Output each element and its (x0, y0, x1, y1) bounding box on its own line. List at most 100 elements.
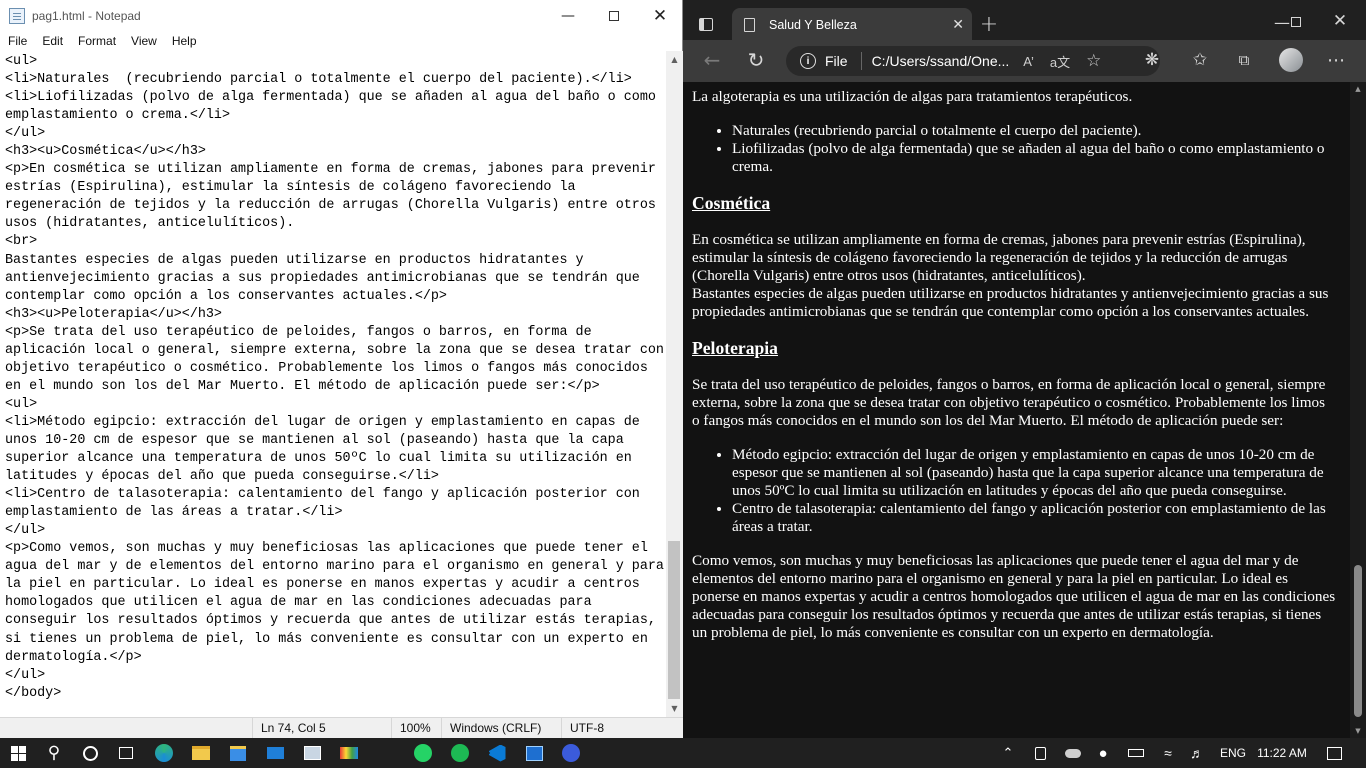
text-line: <li>Método egipcio: extracción del lugar… (5, 414, 640, 430)
text-line: Bastantes especies de algas pueden utili… (5, 252, 584, 268)
maximize-icon[interactable] (591, 0, 637, 31)
volume-icon[interactable]: ♬ (1187, 738, 1207, 768)
text-line: usos (hidratantes, anticelulíticos). (5, 216, 295, 232)
text-line: estrías (Espirulina), estimular la sínte… (5, 180, 576, 196)
final-paragraph: Como vemos, son muchas y muy beneficiosa… (692, 552, 1336, 641)
meet-now-icon[interactable] (1030, 738, 1050, 768)
notepad-menubar: File Edit Format View Help (0, 31, 683, 51)
clock[interactable]: 11:22 AM (1252, 738, 1312, 768)
notepad-scrollbar[interactable]: ▲ ▼ (666, 51, 683, 717)
heading-cosmetica: Cosmética (692, 193, 771, 213)
list-item: Liofilizadas (polvo de alga fermentada) … (732, 140, 1336, 176)
web-page-content: La algoterapia es una utilización de alg… (683, 82, 1350, 738)
menu-format[interactable]: Format (70, 31, 123, 51)
notepad-icon (9, 7, 25, 24)
chevron-up-icon[interactable]: ⌃ (998, 738, 1018, 768)
close-icon[interactable]: ✕ (637, 0, 683, 31)
menu-view[interactable]: View (123, 31, 164, 51)
menu-help[interactable]: Help (164, 31, 204, 51)
notifications-icon[interactable] (1322, 738, 1346, 768)
menu-file[interactable]: File (0, 31, 34, 51)
tab-salud-y-belleza[interactable]: Salud Y Belleza ✕ (732, 8, 972, 42)
text-line: </body> (5, 685, 62, 701)
scroll-down-icon[interactable]: ▼ (1350, 724, 1366, 738)
store-icon[interactable] (220, 738, 256, 768)
page-icon (744, 18, 755, 32)
vscode-icon[interactable] (479, 738, 515, 768)
chat-icon[interactable] (553, 738, 589, 768)
text-line: la piel en particular. Lo ideal es poner… (5, 577, 640, 593)
text-line: <br> (5, 234, 38, 250)
more-icon[interactable]: ⋯ (1326, 50, 1346, 71)
edge-icon[interactable] (146, 738, 182, 768)
address-url[interactable]: C:/Users/ssand/One... (872, 53, 1010, 69)
minimize-icon[interactable]: — (545, 0, 591, 31)
text-line: antienvejecimiento gracias a sus propied… (5, 270, 640, 286)
scroll-up-icon[interactable]: ▲ (666, 51, 683, 68)
text-line: <li>Liofilizadas (polvo de alga fermenta… (5, 90, 656, 106)
edge-close-icon[interactable]: ✕ (1330, 11, 1350, 31)
favorite-add-icon[interactable]: ☆ (1086, 51, 1101, 71)
wifi-icon[interactable]: ≈ (1158, 738, 1178, 768)
spotify-icon[interactable] (442, 738, 478, 768)
scrollbar-thumb[interactable] (1354, 565, 1362, 717)
back-icon[interactable]: ← (702, 48, 722, 72)
status-encoding: UTF-8 (561, 718, 683, 738)
text-line: si tienes un problema de piel, lo más co… (5, 631, 648, 647)
text-line: <h3><u>Cosmética</u></h3> (5, 144, 206, 160)
text-line: <li>Centro de talasoterapia: calentamien… (5, 487, 640, 503)
task-view-icon[interactable] (108, 738, 144, 768)
new-tab-icon[interactable]: + (979, 12, 999, 37)
translate-icon[interactable]: a文 (1050, 52, 1070, 71)
text-line: en el mundo son los del Mar Muerto. El m… (5, 378, 600, 394)
notepad-text-area[interactable]: <ul> <li>Naturales (recubriendo parcial o… (0, 51, 666, 717)
favorites-icon[interactable]: ✩ (1190, 50, 1210, 70)
scroll-down-icon[interactable]: ▼ (666, 700, 683, 717)
whatsapp-icon[interactable] (405, 738, 441, 768)
notepad-titlebar[interactable]: pag1.html - Notepad — ✕ (0, 0, 683, 31)
onedrive-icon[interactable] (1062, 738, 1084, 768)
mail-icon[interactable] (257, 738, 293, 768)
text-line: dermatología.</p> (5, 649, 142, 665)
address-bar[interactable]: i File C:/Users/ssand/One... A’ a文 ☆ (786, 46, 1160, 76)
notepad-window: pag1.html - Notepad — ✕ File Edit Format… (0, 0, 683, 738)
cortana-icon[interactable] (72, 738, 108, 768)
language-indicator[interactable]: ENG (1218, 738, 1248, 768)
text-line: <p>En cosmética se utilizan ampliamente … (5, 162, 656, 178)
read-aloud-icon[interactable]: A’ (1023, 54, 1034, 69)
profile-avatar[interactable] (1279, 48, 1303, 72)
algoterapia-list: Naturales (recubriendo parcial o totalme… (692, 122, 1336, 176)
status-eol: Windows (CRLF) (441, 718, 559, 738)
microphone-icon[interactable]: ● (1094, 738, 1112, 768)
refresh-icon[interactable]: ↻ (746, 48, 766, 72)
close-tab-icon[interactable]: ✕ (952, 16, 964, 33)
scroll-up-icon[interactable]: ▲ (1350, 82, 1366, 96)
start-icon[interactable] (0, 738, 36, 768)
page-scrollbar[interactable]: ▲ ▼ (1350, 82, 1366, 738)
edge-window: Salud Y Belleza ✕ + — ✕ ← ↻ i File C:/Us… (683, 0, 1366, 738)
search-icon[interactable]: ⚲ (36, 738, 72, 768)
app-icon[interactable] (331, 738, 367, 768)
scrollbar-thumb[interactable] (668, 541, 680, 699)
paint-icon[interactable] (516, 738, 552, 768)
text-line: <ul> (5, 396, 38, 412)
battery-icon[interactable] (1126, 738, 1146, 768)
file-explorer-icon[interactable] (183, 738, 219, 768)
text-line: regeneración de tejidos y la reducción d… (5, 198, 656, 214)
info-icon[interactable]: i (800, 53, 816, 69)
edge-maximize-icon[interactable] (1286, 12, 1306, 32)
list-item: Centro de talasoterapia: calentamiento d… (732, 500, 1336, 536)
text-line: agua del mar y de elementos del entorno … (5, 559, 664, 575)
text-line: </ul> (5, 667, 46, 683)
list-item: Método egipcio: extracción del lugar de … (732, 446, 1336, 500)
collections-icon[interactable]: ⧉ (1234, 50, 1254, 70)
text-line: <p>Como vemos, son muchas y muy benefici… (5, 541, 648, 557)
text-line: emplastamiento o crema.</li> (5, 108, 230, 124)
tab-actions-icon[interactable] (696, 14, 716, 34)
extensions-icon[interactable]: ❋ (1142, 50, 1162, 70)
menu-edit[interactable]: Edit (34, 31, 70, 51)
text-line: <p>Se trata del uso terapéutico de peloi… (5, 324, 592, 340)
peloterapia-paragraph: Se trata del uso terapéutico de peloides… (692, 376, 1326, 429)
cosmetica-paragraph: En cosmética se utilizan ampliamente en … (692, 231, 1329, 320)
photos-icon[interactable] (294, 738, 330, 768)
